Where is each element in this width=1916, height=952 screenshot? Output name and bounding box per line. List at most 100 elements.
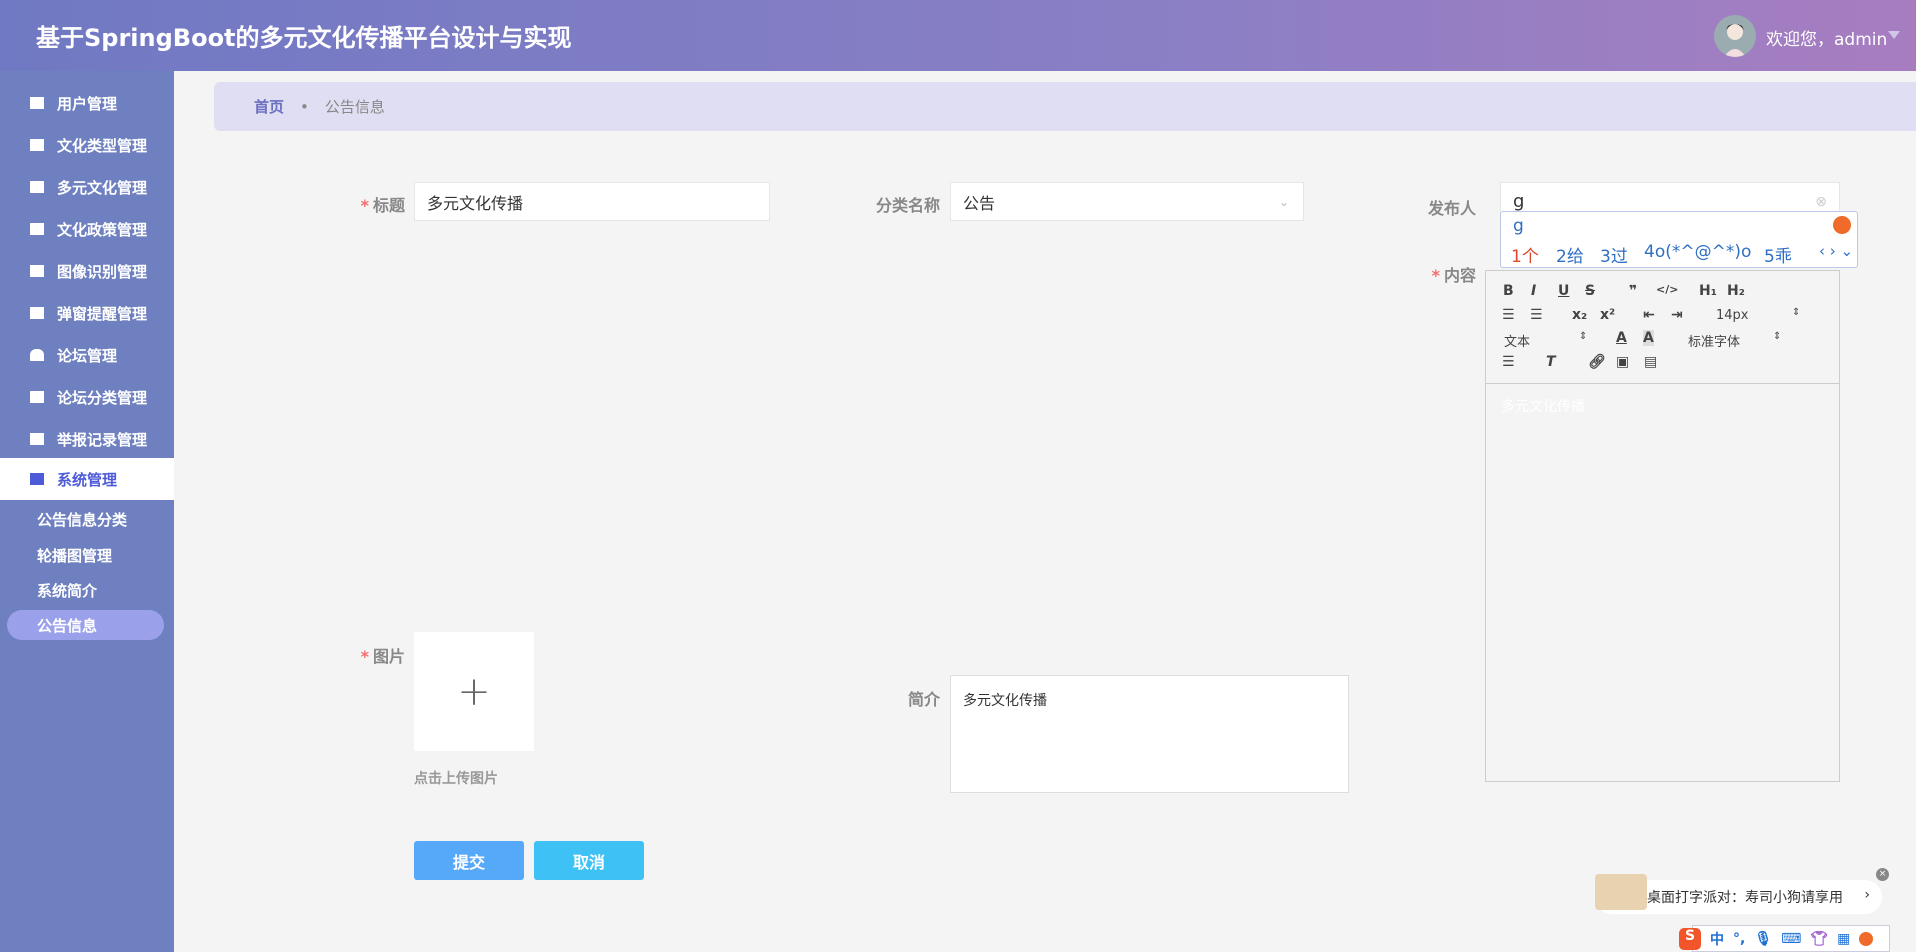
- sidebar-item-label: 弹窗提醒管理: [57, 304, 148, 323]
- skin-icon[interactable]: 👕︎: [1810, 931, 1828, 947]
- ime-status-bar: S 中 °, 🎙︎ ⌨︎ 👕︎ ▦: [1679, 925, 1890, 952]
- background-color-icon[interactable]: A: [1643, 330, 1654, 346]
- sidebar-sub-carousel[interactable]: 轮播图管理: [7, 540, 164, 570]
- submit-button[interactable]: 提交: [414, 841, 524, 880]
- title-label: * 标题: [360, 196, 405, 215]
- grid-icon: [30, 139, 44, 151]
- clear-format-icon[interactable]: T: [1546, 354, 1556, 370]
- category-label: 分类名称: [875, 196, 940, 215]
- bold-icon[interactable]: B: [1503, 283, 1514, 299]
- sidebar-item-label: 论坛管理: [57, 346, 118, 365]
- bullet-list-icon[interactable]: ☰: [1530, 307, 1543, 323]
- subscript-icon[interactable]: x₂: [1572, 307, 1587, 323]
- sidebar-sub-notice-category[interactable]: 公告信息分类: [7, 504, 164, 534]
- ime-candidate-popup: g 1个 2给 3过 4o(*^@^*)o 5乖 ‹ › ⌄: [1500, 211, 1858, 268]
- editor-content[interactable]: 多元文化传播: [1486, 384, 1839, 428]
- sogou-mascot-icon: [1833, 216, 1851, 234]
- avatar[interactable]: [1714, 15, 1756, 57]
- ime-candidate[interactable]: 4o(*^@^*)o: [1644, 242, 1751, 262]
- breadcrumb: 首页 • 公告信息: [214, 82, 1916, 131]
- video-icon[interactable]: ▤: [1644, 354, 1657, 370]
- apps-icon: [30, 391, 44, 403]
- sidebar-sub-notice[interactable]: 公告信息: [7, 610, 164, 640]
- ime-candidate[interactable]: 1个: [1511, 242, 1539, 267]
- sidebar-item-system[interactable]: 系统管理: [0, 458, 174, 500]
- link-icon[interactable]: 🔗︎: [1588, 354, 1606, 370]
- upload-hint: 点击上传图片: [414, 771, 498, 787]
- microphone-icon[interactable]: 🎙︎: [1754, 931, 1772, 947]
- italic-icon[interactable]: I: [1531, 283, 1536, 299]
- mascot-icon[interactable]: [1859, 931, 1874, 946]
- sidebar-item-label: 文化政策管理: [57, 220, 148, 239]
- h2-icon[interactable]: H₂: [1727, 283, 1745, 299]
- sidebar-item-label: 多元文化管理: [57, 178, 148, 197]
- ordered-list-icon[interactable]: ☰: [1502, 307, 1515, 323]
- clear-icon[interactable]: ⊗: [1815, 194, 1827, 210]
- apps-icon: [30, 433, 44, 445]
- list-icon: [30, 97, 44, 109]
- breadcrumb-home[interactable]: 首页: [254, 96, 284, 117]
- underline-icon[interactable]: U: [1558, 283, 1569, 299]
- top-header: 基于SpringBoot的多元文化传播平台设计与实现 欢迎您，admin: [0, 0, 1916, 71]
- toolbox-icon[interactable]: ▦: [1837, 931, 1850, 947]
- apps-icon: [30, 265, 44, 277]
- content-label: * 内容: [1431, 266, 1476, 285]
- ime-punct-toggle[interactable]: °,: [1733, 931, 1745, 947]
- welcome-user-menu[interactable]: 欢迎您，admin: [1766, 25, 1887, 50]
- intro-textarea[interactable]: 多元文化传播: [950, 675, 1349, 793]
- strike-icon[interactable]: S: [1585, 283, 1595, 299]
- user-icon: [30, 349, 44, 361]
- clipboard-icon: [30, 223, 44, 235]
- ime-lang-toggle[interactable]: 中: [1710, 929, 1724, 949]
- ime-candidate[interactable]: 5乖: [1764, 242, 1792, 267]
- sidebar-item-label: 论坛分类管理: [57, 388, 148, 407]
- font-color-icon[interactable]: A: [1616, 330, 1627, 346]
- sidebar-sub-intro[interactable]: 系统简介: [7, 575, 164, 605]
- breadcrumb-separator: •: [300, 97, 309, 116]
- sidebar-item-popup[interactable]: 弹窗提醒管理: [0, 292, 174, 334]
- close-icon[interactable]: ×: [1876, 868, 1889, 881]
- indent-icon[interactable]: ⇥: [1671, 307, 1683, 323]
- title-input[interactable]: 多元文化传播: [414, 182, 770, 221]
- rich-text-editor[interactable]: B I U S ❞ </> H₁ H₂ ☰ ☰ x₂ x² ⇤ ⇥ 14px ⇕…: [1485, 270, 1840, 782]
- sidebar-item-culture-types[interactable]: 文化类型管理: [0, 124, 174, 166]
- image-icon[interactable]: ▣: [1616, 354, 1629, 370]
- keyboard-icon[interactable]: ⌨︎: [1781, 931, 1801, 947]
- category-select[interactable]: 公告 ⌄: [950, 182, 1304, 221]
- sidebar-item-users[interactable]: 用户管理: [0, 82, 174, 124]
- header-select[interactable]: 文本: [1504, 331, 1530, 350]
- blockquote-icon[interactable]: ❞: [1629, 283, 1637, 299]
- sidebar-item-label: 举报记录管理: [57, 430, 148, 449]
- briefcase-icon: [30, 473, 44, 485]
- chevron-down-icon: ⌄: [1278, 194, 1289, 209]
- superscript-icon[interactable]: x²: [1600, 307, 1615, 323]
- publisher-value: g: [1513, 191, 1525, 212]
- caret-down-icon[interactable]: [1888, 31, 1900, 39]
- ime-candidate[interactable]: 3过: [1600, 242, 1628, 267]
- align-icon[interactable]: ☰: [1502, 354, 1515, 370]
- next-page-icon[interactable]: ‹ › ⌄: [1819, 242, 1853, 260]
- sidebar-item-label: 文化类型管理: [57, 136, 148, 155]
- ime-ad-bubble[interactable]: 桌面打字派对：寿司小狗请享用 ›: [1595, 874, 1882, 914]
- sidebar-item-reports[interactable]: 举报记录管理: [0, 418, 174, 460]
- font-size-select[interactable]: 14px: [1716, 308, 1749, 323]
- select-arrows-icon: ⇕: [1792, 307, 1801, 318]
- outdent-icon[interactable]: ⇤: [1643, 307, 1655, 323]
- ime-candidate[interactable]: 2给: [1556, 242, 1584, 267]
- sidebar-item-forum[interactable]: 论坛管理: [0, 334, 174, 376]
- sidebar-item-policy[interactable]: 文化政策管理: [0, 208, 174, 250]
- sidebar-item-culture[interactable]: 多元文化管理: [0, 166, 174, 208]
- sidebar-item-forum-category[interactable]: 论坛分类管理: [0, 376, 174, 418]
- select-arrows-icon: ⇕: [1773, 331, 1782, 342]
- app-title: 基于SpringBoot的多元文化传播平台设计与实现: [36, 24, 572, 52]
- publisher-label: 发布人: [1427, 199, 1476, 218]
- image-upload[interactable]: +: [414, 632, 534, 751]
- breadcrumb-current: 公告信息: [324, 98, 385, 116]
- h1-icon[interactable]: H₁: [1699, 283, 1717, 299]
- sidebar-item-image-recognition[interactable]: 图像识别管理: [0, 250, 174, 292]
- cancel-button[interactable]: 取消: [534, 841, 644, 880]
- ad-image: [1595, 874, 1647, 910]
- code-block-icon[interactable]: </>: [1656, 283, 1678, 296]
- font-family-select[interactable]: 标准字体: [1688, 331, 1740, 350]
- sidebar-item-label: 用户管理: [57, 94, 118, 113]
